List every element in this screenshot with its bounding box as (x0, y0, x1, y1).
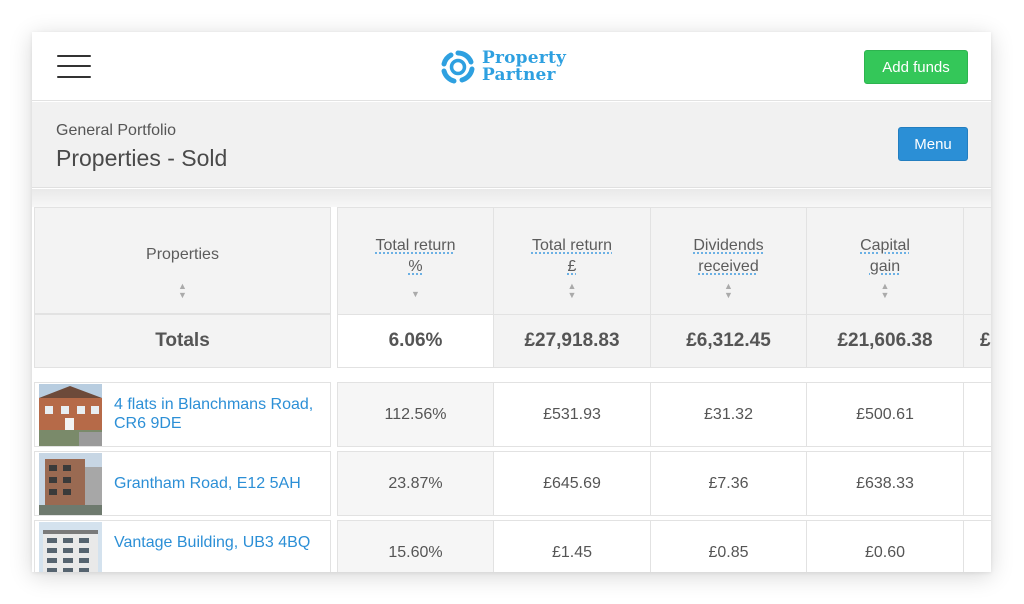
table-cell-overflow (964, 520, 991, 572)
property-thumbnail[interactable] (39, 384, 102, 446)
table-cell-overflow (964, 382, 991, 447)
table-cell: £31.32 (651, 382, 807, 447)
table-cell: £1.45 (494, 520, 651, 572)
table-cell: £638.33 (807, 451, 964, 516)
column-header-overflow (964, 207, 991, 314)
logo-icon (441, 50, 475, 84)
column-header-dividends[interactable]: Dividends received ▲ ▼ (651, 207, 807, 314)
column-header-line-2: % (408, 258, 423, 275)
totals-overflow: £ (964, 314, 991, 368)
totals-total-return-gbp: £27,918.83 (494, 314, 651, 368)
hamburger-menu-icon[interactable] (57, 54, 91, 78)
app-window: Property Partner Add funds General Portf… (32, 32, 991, 572)
table-cell: £0.60 (807, 520, 964, 572)
property-link[interactable]: 4 flats in Blanchmans Road, CR6 9DE (114, 395, 329, 433)
logo-line-2: Partner (482, 65, 556, 85)
table-cell-overflow (964, 451, 991, 516)
top-bar: Property Partner Add funds (32, 32, 991, 101)
column-header-capital-gain[interactable]: Capital gain ▲ ▼ (807, 207, 964, 314)
table-row-property[interactable]: Vantage Building, UB3 4BQ (34, 520, 331, 572)
page-title: Properties - Sold (56, 145, 228, 171)
column-header-label: Properties (146, 246, 219, 263)
sort-icon[interactable]: ▲ ▼ (651, 282, 806, 300)
sort-icon[interactable]: ▲ ▼ (807, 282, 963, 300)
table-cell: 23.87% (337, 451, 494, 516)
column-header-total-return-gbp[interactable]: Total return £ ▲ ▼ (494, 207, 651, 314)
column-header-line-2: gain (869, 258, 901, 275)
header-separator (32, 189, 991, 207)
sub-header: General Portfolio Properties - Sold Menu (32, 102, 991, 188)
column-header-line-1: Dividends (693, 237, 764, 254)
column-header-line-2: received (698, 258, 759, 275)
totals-capital-gain: £21,606.38 (807, 314, 964, 368)
table-cell: £0.85 (651, 520, 807, 572)
property-link[interactable]: Grantham Road, E12 5AH (114, 474, 329, 493)
column-header-line-1: Total return (531, 237, 613, 254)
column-header-line-2: £ (567, 258, 577, 275)
column-header-label: Dividends received (651, 235, 806, 277)
column-header-total-return-pct[interactable]: Total return % ▼ (337, 207, 494, 314)
table-cell: £500.61 (807, 382, 964, 447)
column-header-label: Total return % (338, 235, 493, 277)
table-cell: 15.60% (337, 520, 494, 572)
column-header-line-1: Capital (860, 237, 910, 254)
logo-text: Property Partner (482, 50, 566, 84)
column-header-label: Total return £ (494, 235, 650, 277)
portfolio-name: General Portfolio (56, 122, 177, 139)
add-funds-button[interactable]: Add funds (864, 50, 968, 84)
table-cell: £645.69 (494, 451, 651, 516)
totals-label: Totals (34, 314, 331, 368)
table-cell: £7.36 (651, 451, 807, 516)
totals-total-return-pct: 6.06% (337, 314, 494, 368)
table-cell: £531.93 (494, 382, 651, 447)
sort-icon[interactable]: ▲ ▼ (35, 282, 330, 300)
property-thumbnail[interactable] (39, 522, 102, 572)
table-row-property[interactable]: 4 flats in Blanchmans Road, CR6 9DE (34, 382, 331, 447)
logo[interactable]: Property Partner (440, 48, 566, 86)
column-header-line-1: Total return (375, 237, 456, 254)
column-header-label: Capital gain (807, 235, 963, 277)
property-link[interactable]: Vantage Building, UB3 4BQ (114, 533, 329, 552)
sort-desc-icon[interactable]: ▼ (338, 290, 493, 299)
totals-dividends: £6,312.45 (651, 314, 807, 368)
table-cell: 112.56% (337, 382, 494, 447)
table-row-property[interactable]: Grantham Road, E12 5AH (34, 451, 331, 516)
column-header-properties[interactable]: Properties ▲ ▼ (34, 207, 331, 314)
property-thumbnail[interactable] (39, 453, 102, 515)
sort-icon[interactable]: ▲ ▼ (494, 282, 650, 300)
menu-button[interactable]: Menu (898, 127, 968, 161)
